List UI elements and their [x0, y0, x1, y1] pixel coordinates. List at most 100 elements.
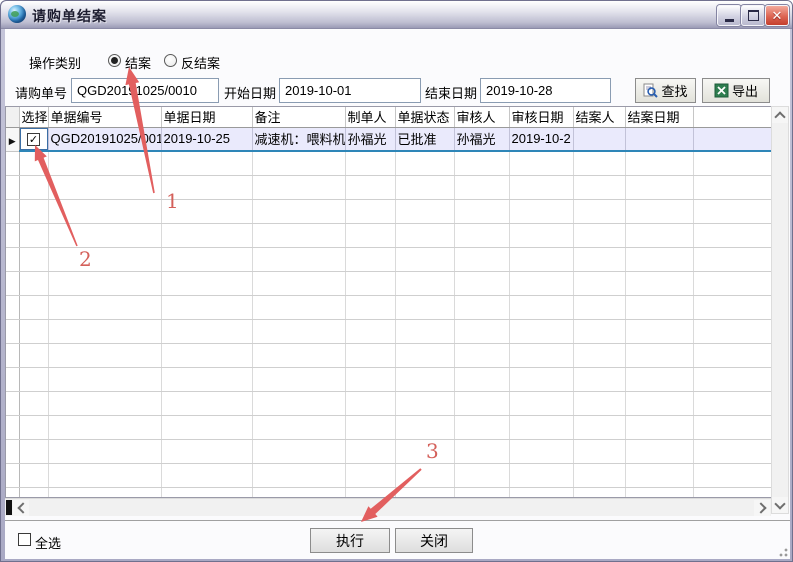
select-all-checkbox[interactable] — [18, 533, 31, 546]
grid-empty-cell — [252, 175, 345, 199]
grid-cell[interactable]: 2019-10-2 — [509, 127, 573, 151]
grid-empty-cell — [693, 175, 771, 199]
grid-empty-cell — [345, 463, 395, 487]
column-header-结案人[interactable]: 结案人 — [573, 107, 625, 127]
select-all-label[interactable]: 全选 — [35, 533, 61, 552]
grid-empty-cell — [19, 295, 48, 319]
grid-gutter-cell — [6, 319, 19, 343]
grid-empty-cell — [573, 175, 625, 199]
grid-empty-cell — [454, 439, 509, 463]
radio-close-case[interactable] — [108, 54, 121, 67]
grid-empty-cell — [573, 247, 625, 271]
grid-empty-cell — [19, 151, 48, 175]
grid-empty-cell — [48, 271, 161, 295]
column-header-制单人[interactable]: 制单人 — [345, 107, 395, 127]
dialog-client-area: 操作类别 结案 反结案 请购单号 开始日期 结束日期 查找 — [5, 29, 790, 559]
chevron-right-icon — [755, 502, 766, 513]
row-selector-marker[interactable]: ▶ — [6, 127, 19, 151]
end-date-input[interactable] — [480, 78, 611, 103]
maximize-button[interactable] — [741, 5, 765, 26]
grid-cell[interactable]: QGD20191025/0010 — [48, 127, 161, 151]
minimize-icon — [725, 19, 734, 22]
scroll-up-button[interactable] — [772, 107, 788, 123]
close-button[interactable]: 关闭 — [395, 528, 473, 553]
grid-cell[interactable]: 2019-10-25 — [161, 127, 252, 151]
grid-empty-cell — [161, 439, 252, 463]
grid-cell[interactable]: 孙福光 — [454, 127, 509, 151]
grid-gutter-cell — [6, 223, 19, 247]
close-window-button[interactable]: ✕ — [765, 5, 789, 26]
grid-gutter-cell — [6, 367, 19, 391]
scroll-left-button[interactable] — [13, 500, 29, 516]
grid-empty-cell — [161, 487, 252, 498]
grid-empty-cell — [252, 487, 345, 498]
column-header-选择[interactable]: 选择 — [19, 107, 48, 127]
grid-empty-cell — [454, 343, 509, 367]
request-no-input[interactable] — [71, 78, 219, 103]
chevron-left-icon — [17, 502, 28, 513]
radio-close-case-label[interactable]: 结案 — [125, 53, 151, 72]
grid-gutter-cell — [6, 175, 19, 199]
grid-cell[interactable]: 孙福光 — [345, 127, 395, 151]
grid-empty-cell — [573, 199, 625, 223]
minimize-button[interactable] — [717, 5, 741, 26]
column-header-备注[interactable]: 备注 — [252, 107, 345, 127]
grid-empty-cell — [509, 271, 573, 295]
grid-empty-cell — [693, 271, 771, 295]
grid-empty-cell — [625, 319, 693, 343]
grid-cell[interactable] — [693, 127, 771, 151]
grid-empty-cell — [252, 439, 345, 463]
scroll-right-button[interactable] — [754, 500, 770, 516]
titlebar[interactable]: 请购单结案 ✕ — [1, 1, 793, 29]
grid-empty-cell — [252, 319, 345, 343]
horizontal-scrollbar[interactable] — [5, 498, 771, 516]
grid-empty-cell — [19, 319, 48, 343]
grid-empty-cell — [252, 271, 345, 295]
grid-empty-cell — [345, 223, 395, 247]
radio-reverse-close-case[interactable] — [164, 54, 177, 67]
grid-cell[interactable] — [625, 127, 693, 151]
grid-empty-cell — [625, 271, 693, 295]
scroll-down-button[interactable] — [772, 497, 788, 513]
column-header-结案日期[interactable]: 结案日期 — [625, 107, 693, 127]
scrollbar-thumb[interactable] — [6, 500, 12, 515]
column-header-单据日期[interactable]: 单据日期 — [161, 107, 252, 127]
row-select-checkbox[interactable]: ✓ — [27, 133, 40, 146]
dialog-window: 请购单结案 ✕ 操作类别 结案 反结案 请购单号 开始日期 结束日期 查找 — [0, 0, 793, 562]
grid-gutter-cell — [6, 199, 19, 223]
grid-empty-cell — [625, 151, 693, 175]
grid-empty-cell — [19, 271, 48, 295]
request-no-label: 请购单号 — [15, 83, 67, 102]
export-button[interactable]: 导出 — [702, 78, 770, 103]
grid-empty-cell — [48, 223, 161, 247]
grid-empty-cell — [509, 367, 573, 391]
find-button[interactable]: 查找 — [635, 78, 696, 103]
execute-button[interactable]: 执行 — [310, 528, 390, 553]
column-header-审核日期[interactable]: 审核日期 — [509, 107, 573, 127]
close-icon: ✕ — [772, 9, 783, 22]
chevron-up-icon — [774, 111, 785, 122]
grid-empty-cell — [395, 463, 454, 487]
grid-cell[interactable]: 已批准 — [395, 127, 454, 151]
grid-cell[interactable] — [573, 127, 625, 151]
grid-empty-cell — [509, 319, 573, 343]
column-header-单据状态[interactable]: 单据状态 — [395, 107, 454, 127]
results-grid[interactable]: 选择单据编号单据日期备注制单人单据状态审核人审核日期结案人结案日期 ▶ ✓ QGD20… — [5, 106, 771, 498]
grid-empty-cell — [345, 247, 395, 271]
row-select-checkbox-cell[interactable]: ✓ — [19, 127, 48, 151]
grid-empty-cell — [345, 175, 395, 199]
resize-grip[interactable] — [778, 547, 788, 557]
column-header-审核人[interactable]: 审核人 — [454, 107, 509, 127]
column-header-单据编号[interactable]: 单据编号 — [48, 107, 161, 127]
grid-empty-cell — [573, 415, 625, 439]
close-button-label: 关闭 — [420, 531, 448, 551]
grid-empty-cell — [454, 199, 509, 223]
grid-empty-cell — [161, 367, 252, 391]
grid-empty-cell — [161, 463, 252, 487]
grid-cell[interactable]: 减速机：喂料机减 — [252, 127, 345, 151]
start-date-input[interactable] — [279, 78, 421, 103]
grid-empty-cell — [161, 175, 252, 199]
column-header-blank[interactable] — [693, 107, 771, 127]
radio-reverse-close-case-label[interactable]: 反结案 — [181, 53, 220, 72]
vertical-scrollbar[interactable] — [771, 106, 789, 514]
